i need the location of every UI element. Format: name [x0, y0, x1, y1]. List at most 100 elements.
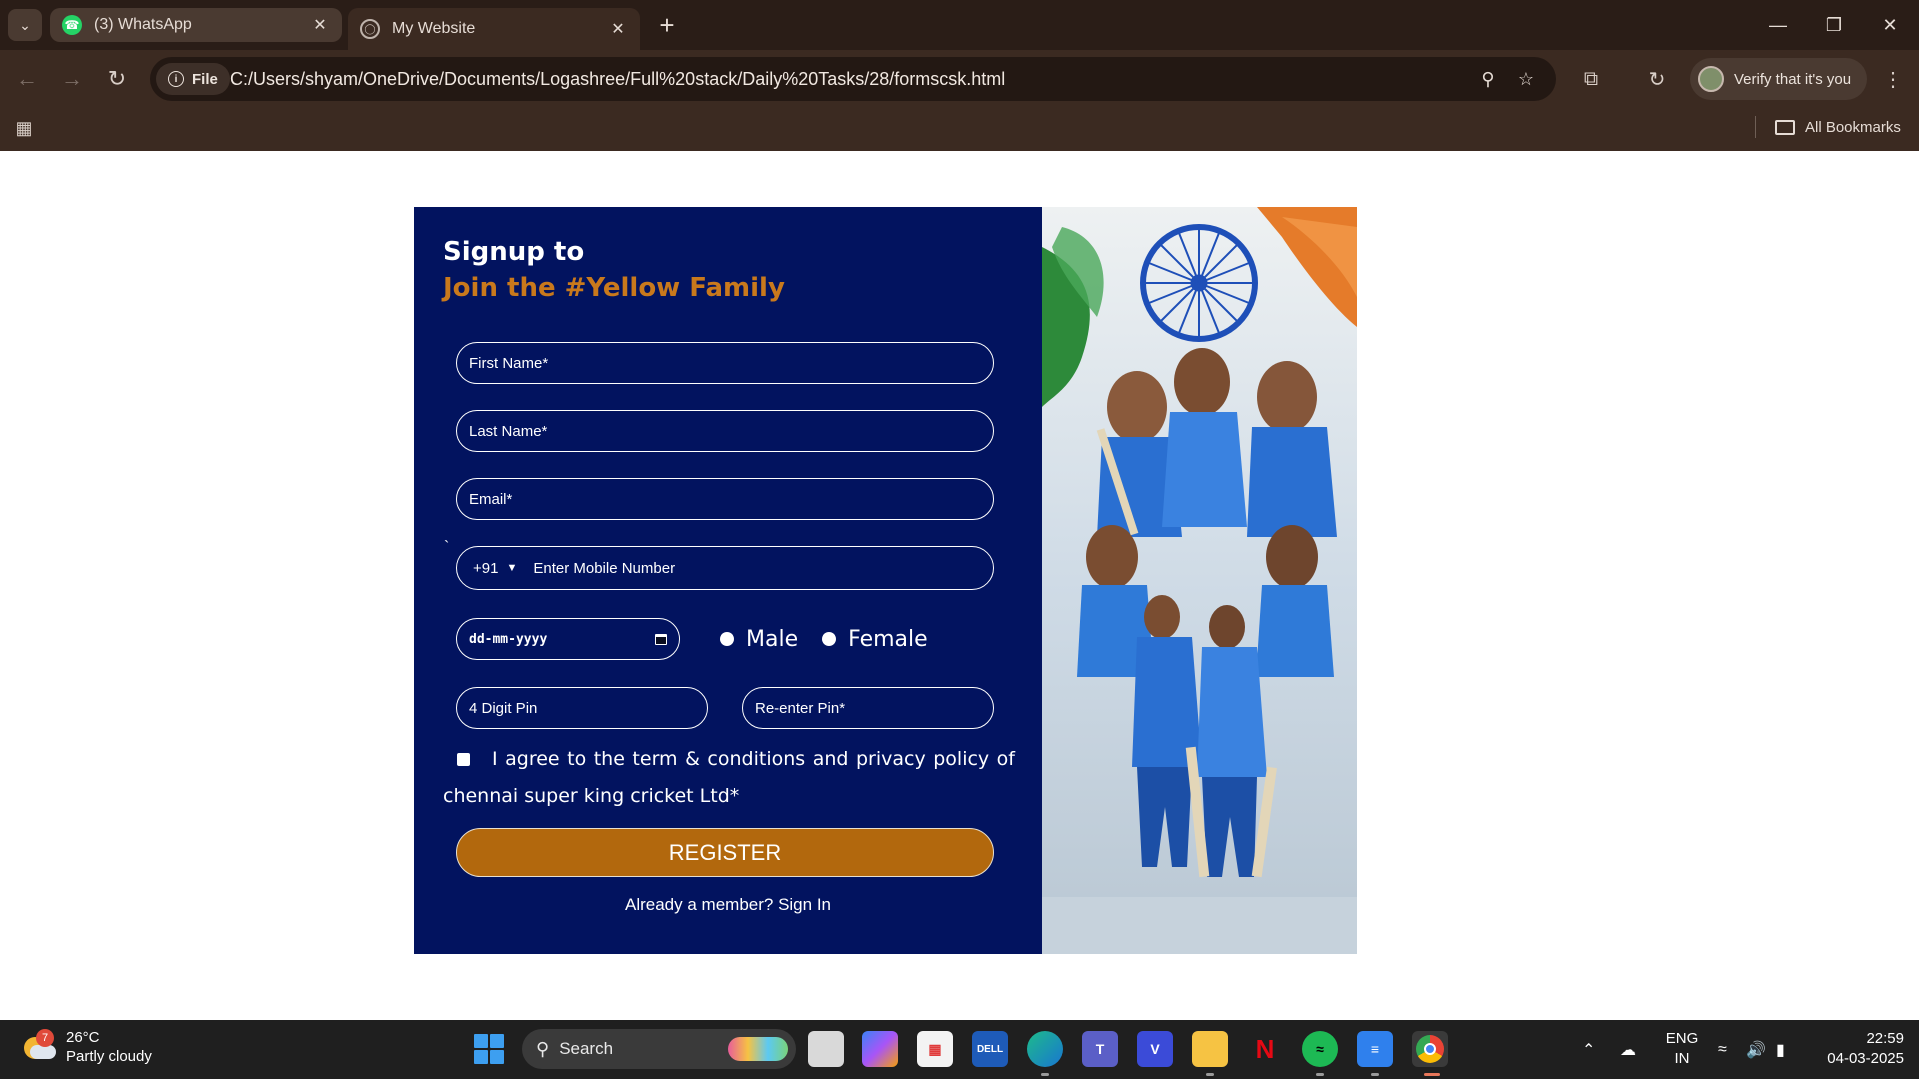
edge-icon[interactable] [1027, 1031, 1063, 1067]
gender-radio-group: Male Female [720, 619, 952, 659]
profile-verify-button[interactable]: Verify that it's you [1690, 58, 1868, 100]
lang-line1: ENG [1665, 1030, 1699, 1047]
weather-desc: Partly cloudy [66, 1048, 152, 1065]
repin-placeholder: Re-enter Pin* [755, 699, 846, 717]
search-highlight-icon [728, 1037, 788, 1061]
weather-icon: 7 [22, 1029, 56, 1063]
country-code-select[interactable]: +91 ▼ [473, 560, 517, 577]
windows-start-button[interactable] [474, 1034, 504, 1064]
last-name-placeholder: Last Name* [469, 422, 548, 440]
running-indicator [1316, 1073, 1324, 1076]
reload-button[interactable]: ↻ [100, 62, 134, 96]
country-code-value: +91 [473, 559, 499, 577]
weather-widget[interactable]: 7 26°C Partly cloudy [22, 1028, 152, 1066]
tab-whatsapp[interactable]: ☎ (3) WhatsApp ✕ [50, 8, 342, 42]
email-placeholder: Email* [469, 490, 513, 508]
extensions-icon[interactable]: ⧉ [1574, 62, 1608, 96]
divider [1755, 116, 1756, 138]
chrome-icon[interactable] [1412, 1031, 1448, 1067]
zoom-icon[interactable]: ⚲ [1474, 65, 1502, 93]
sign-in-link[interactable]: Already a member? Sign In [414, 895, 1042, 915]
close-icon[interactable]: ✕ [310, 15, 330, 35]
verify-label: Verify that it's you [1734, 70, 1852, 88]
lang-line2: IN [1674, 1050, 1690, 1067]
gender-female-label: Female [848, 626, 928, 652]
tab-title: My Website [392, 20, 476, 37]
mobile-placeholder: Enter Mobile Number [533, 559, 676, 577]
all-bookmarks-button[interactable]: All Bookmarks [1775, 114, 1901, 140]
copilot-icon[interactable] [862, 1031, 898, 1067]
spotify-icon[interactable]: ≈ [1302, 1031, 1338, 1067]
search-icon: ⚲ [536, 1038, 550, 1059]
task-view-icon[interactable] [808, 1031, 844, 1067]
dob-placeholder: dd-mm-yyyy [469, 631, 548, 647]
vs-icon[interactable]: V [1137, 1031, 1173, 1067]
pin-field[interactable]: 4 Digit Pin [456, 687, 708, 729]
tab-search-button[interactable]: ⌄ [8, 9, 42, 41]
page-viewport: Signup to Join the #Yellow Family First … [0, 151, 1919, 1020]
onedrive-icon[interactable]: ☁ [1620, 1020, 1636, 1079]
site-info-chip[interactable]: i File [156, 63, 230, 95]
arrow-left-icon: ← [16, 66, 38, 91]
chevron-down-icon: ⌄ [19, 16, 31, 33]
form-subtitle: Join the #Yellow Family [443, 273, 785, 303]
file-explorer-icon[interactable] [1192, 1031, 1228, 1067]
language-indicator[interactable]: ENG IN [1662, 1029, 1702, 1069]
show-hidden-icons[interactable]: ⌃ [1582, 1020, 1595, 1079]
clock-time: 22:59 [1866, 1030, 1904, 1047]
active-indicator [1424, 1073, 1440, 1076]
info-icon: i [168, 71, 184, 87]
tab-my-website[interactable]: ◯ My Website ✕ [348, 8, 640, 50]
register-button[interactable]: REGISTER [456, 828, 994, 877]
dell-icon[interactable]: DELL [972, 1031, 1008, 1067]
terms-checkbox[interactable] [457, 753, 470, 766]
email-field[interactable]: Email* [456, 478, 994, 520]
folder-icon [1775, 119, 1795, 135]
forward-button[interactable]: → [55, 62, 89, 96]
search-label: Search [559, 1039, 614, 1058]
chevron-down-icon: ▼ [506, 562, 518, 574]
star-icon[interactable]: ☆ [1512, 65, 1540, 93]
battery-icon[interactable]: ▮ [1776, 1020, 1785, 1079]
gender-male-radio[interactable] [720, 632, 734, 646]
volume-icon[interactable]: 🔊 [1746, 1020, 1766, 1079]
tab-title: (3) WhatsApp [94, 16, 192, 33]
new-tab-button[interactable]: + [652, 10, 682, 40]
mobile-field[interactable]: +91 ▼ Enter Mobile Number [456, 546, 994, 590]
teams-icon[interactable]: T [1082, 1031, 1118, 1067]
url-text[interactable]: C:/Users/shyam/OneDrive/Documents/Logash… [230, 69, 1005, 90]
notification-badge: 7 [36, 1029, 54, 1047]
wifi-icon[interactable]: ≈ [1718, 1020, 1727, 1079]
reload-icon: ↻ [107, 66, 127, 91]
calendar-icon[interactable] [655, 633, 667, 645]
minimize-button[interactable]: — [1758, 8, 1798, 42]
netflix-icon[interactable]: N [1247, 1031, 1283, 1067]
notepad-icon[interactable]: ≡ [1357, 1031, 1393, 1067]
last-name-field[interactable]: Last Name* [456, 410, 994, 452]
gender-male-label: Male [746, 626, 799, 652]
running-indicator [1041, 1073, 1049, 1076]
performance-icon[interactable]: ↻ [1640, 62, 1674, 96]
close-icon[interactable]: ✕ [608, 19, 628, 39]
microsoft-store-icon[interactable]: ▦ [917, 1031, 953, 1067]
menu-icon[interactable]: ⋮ [1876, 62, 1910, 96]
back-button[interactable]: ← [10, 62, 44, 96]
terms-agreement: I agree to the term & conditions and pri… [443, 741, 1015, 815]
restore-button[interactable]: ❐ [1814, 8, 1854, 42]
system-clock[interactable]: 22:59 04-03-2025 [1812, 1029, 1904, 1069]
first-name-field[interactable]: First Name* [456, 342, 994, 384]
running-indicator [1206, 1073, 1214, 1076]
gender-female-radio[interactable] [822, 632, 837, 646]
close-window-button[interactable]: ✕ [1870, 8, 1910, 42]
address-bar[interactable]: i File C:/Users/shyam/OneDrive/Documents… [150, 57, 1556, 101]
repin-field[interactable]: Re-enter Pin* [742, 687, 994, 729]
all-bookmarks-label: All Bookmarks [1805, 118, 1901, 136]
running-indicator [1371, 1073, 1379, 1076]
cricket-team-image [1042, 207, 1357, 954]
dob-date-input[interactable]: dd-mm-yyyy [456, 618, 680, 660]
signup-form: Signup to Join the #Yellow Family First … [414, 207, 1042, 954]
globe-icon: ◯ [360, 19, 380, 39]
taskbar-search[interactable]: ⚲ Search [522, 1029, 796, 1069]
windows-taskbar: 7 26°C Partly cloudy ⚲ Search ▦ DELL T V… [0, 1020, 1919, 1079]
apps-grid-icon[interactable]: ▦ [12, 116, 36, 140]
